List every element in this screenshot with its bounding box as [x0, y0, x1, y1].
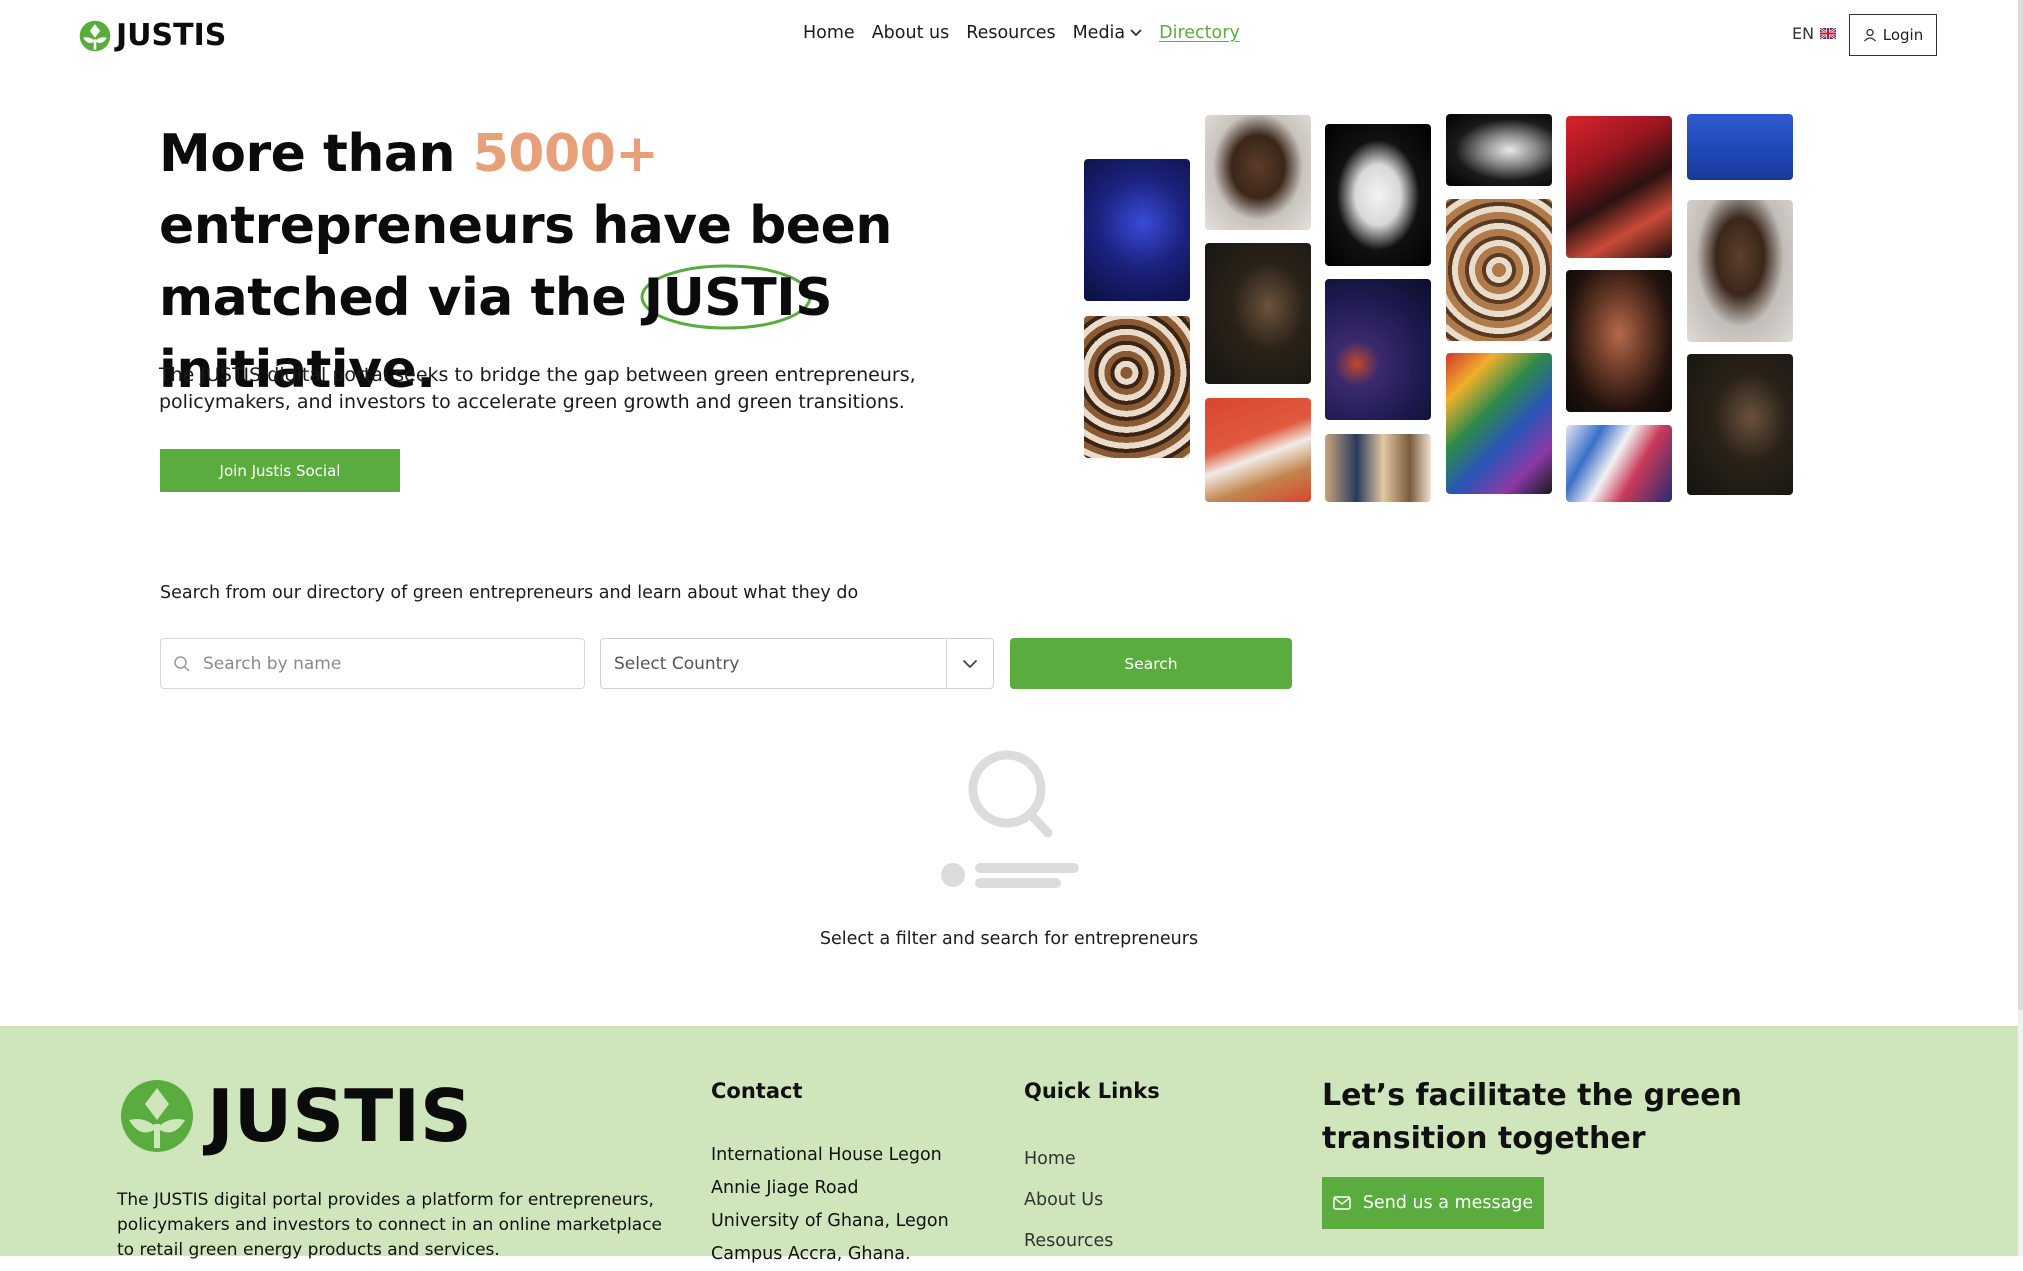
footer-contact-title: Contact	[711, 1079, 803, 1103]
nav-media[interactable]: Media	[1073, 23, 1143, 43]
empty-search-illustration-icon	[941, 750, 1079, 888]
chevron-down-icon	[1130, 29, 1142, 37]
footer-link-about[interactable]: About Us	[1024, 1180, 1113, 1221]
contact-line: Campus Accra, Ghana.	[711, 1244, 911, 1264]
footer-logo[interactable]: JUSTIS	[117, 1076, 472, 1156]
collage-image-blue-portrait	[1084, 159, 1190, 301]
join-justis-social-button[interactable]: Join Justis Social	[160, 449, 400, 492]
footer-description: The JUSTIS digital portal provides a pla…	[117, 1190, 663, 1260]
nav-media-label: Media	[1072, 23, 1126, 43]
contact-line: University of Ghana, Legon	[711, 1211, 949, 1231]
uk-flag-icon	[1820, 28, 1837, 39]
language-code: EN	[1792, 24, 1815, 43]
select-country-dropdown[interactable]: Select Country	[600, 638, 994, 689]
main-nav: Home About us Resources Media Directory	[803, 23, 1240, 43]
collage-image-painted-face	[1325, 434, 1431, 502]
justis-logo-icon	[79, 20, 111, 51]
footer-logo-text: JUSTIS	[207, 1074, 472, 1158]
empty-state-text: Select a filter and search for entrepren…	[819, 929, 1199, 949]
collage-image-bw-hands	[1446, 114, 1552, 186]
collage-image-face-paint	[1566, 270, 1672, 412]
collage-image-woman-dark	[1205, 243, 1311, 384]
contact-line: International House Legon	[711, 1145, 942, 1165]
collage-image-giraffe-red	[1205, 398, 1311, 502]
collage-image-blue-sweater	[1687, 114, 1793, 180]
header-logo[interactable]: JUSTIS	[78, 18, 226, 53]
language-selector[interactable]: EN	[1792, 24, 1837, 43]
hero-title-justis: JUSTIS	[643, 268, 833, 328]
collage-image-man-portrait-2	[1687, 200, 1793, 342]
hero-title-circled: JUSTIS	[640, 262, 833, 334]
user-icon	[1863, 28, 1876, 42]
mail-icon	[1333, 1196, 1351, 1210]
select-country-value: Select Country	[614, 653, 740, 674]
collage-image-baskets	[1084, 316, 1190, 458]
contact-line: Annie Jiage Road	[711, 1178, 859, 1198]
search-lead-text: Search from our directory of green entre…	[160, 583, 859, 603]
collage-image-red-paint	[1566, 116, 1672, 258]
send-message-label: Send us a message	[1362, 1193, 1534, 1213]
collage-image-dark-texture	[1325, 279, 1431, 420]
hero-title-accent: 5000+	[472, 124, 659, 184]
page-scrollbar[interactable]	[2018, 0, 2023, 1256]
collage-image-graffiti	[1566, 425, 1672, 502]
dropdown-toggle[interactable]	[946, 639, 993, 688]
hero-description: The JUSTIS digital portal seeks to bridg…	[159, 364, 916, 413]
collage-image-silhouettes	[1325, 124, 1431, 266]
justis-logo-icon	[121, 1080, 193, 1152]
collage-image-woman-dark-2	[1687, 354, 1793, 495]
login-button[interactable]: Login	[1849, 14, 1937, 56]
footer-contact-list: International House Legon Annie Jiage Ro…	[711, 1139, 949, 1271]
footer-quick-links: Home About Us Resources	[1024, 1139, 1113, 1262]
hero-title-part1: More than	[159, 124, 473, 184]
collage-image-colorful-face	[1446, 353, 1552, 494]
search-by-name-input[interactable]	[201, 652, 575, 675]
search-icon	[174, 655, 190, 672]
nav-directory[interactable]: Directory	[1159, 23, 1240, 43]
collage-image-woven-baskets	[1446, 199, 1552, 341]
footer-link-home[interactable]: Home	[1024, 1139, 1113, 1180]
footer-cta-title: Let’s facilitate the green transition to…	[1322, 1078, 1742, 1156]
footer-quick-links-title: Quick Links	[1024, 1079, 1160, 1103]
scrollbar-thumb[interactable]	[2018, 0, 2023, 1010]
collage-image-man-portrait	[1205, 115, 1311, 230]
send-message-button[interactable]: Send us a message	[1322, 1177, 1544, 1229]
chevron-down-icon	[962, 659, 978, 668]
nav-home[interactable]: Home	[803, 23, 855, 43]
login-label: Login	[1882, 26, 1924, 44]
logo-text: JUSTIS	[116, 18, 227, 53]
search-by-name-field[interactable]	[160, 638, 585, 689]
search-button[interactable]: Search	[1010, 638, 1292, 689]
nav-resources[interactable]: Resources	[966, 23, 1055, 43]
nav-about[interactable]: About us	[872, 23, 950, 43]
